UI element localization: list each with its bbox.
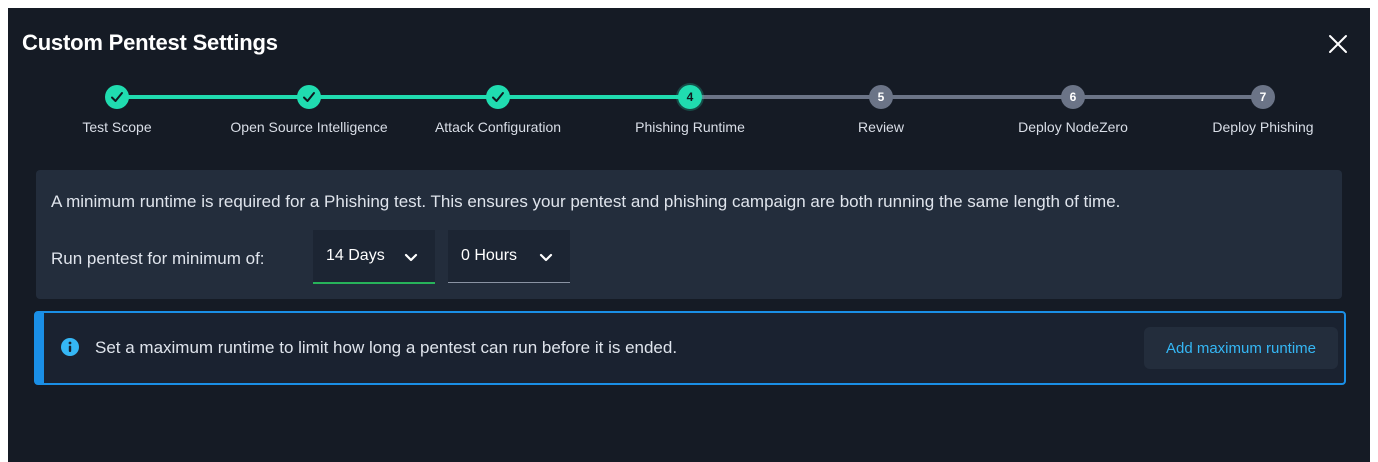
hours-select[interactable]: 0 Hours bbox=[448, 230, 570, 283]
step-label-phishing-runtime[interactable]: Phishing Runtime bbox=[590, 119, 790, 135]
chevron-down-icon bbox=[539, 253, 553, 262]
days-select-value: 14 Days bbox=[326, 247, 385, 264]
custom-pentest-settings-modal: Custom Pentest Settings 4 5 6 7 Test Sco… bbox=[8, 8, 1370, 462]
step-4-indicator: 4 bbox=[678, 85, 702, 109]
days-select[interactable]: 14 Days bbox=[313, 230, 435, 284]
minimum-runtime-card: A minimum runtime is required for a Phis… bbox=[36, 170, 1342, 299]
step-2-indicator bbox=[297, 85, 321, 109]
add-maximum-runtime-button[interactable]: Add maximum runtime bbox=[1144, 327, 1338, 369]
step-6-indicator: 6 bbox=[1061, 85, 1085, 109]
step-7-indicator: 7 bbox=[1251, 85, 1275, 109]
step-label-deploy-phishing: Deploy Phishing bbox=[1212, 119, 1314, 135]
info-icon bbox=[61, 338, 79, 356]
check-icon bbox=[492, 92, 504, 102]
check-icon bbox=[111, 92, 123, 102]
step-line-completed bbox=[117, 95, 689, 99]
maximum-runtime-alert: Set a maximum runtime to limit how long … bbox=[34, 311, 1346, 385]
step-label-deploy-nodezero: Deploy NodeZero bbox=[1018, 119, 1128, 135]
minimum-runtime-description: A minimum runtime is required for a Phis… bbox=[51, 192, 1121, 211]
step-label-osint[interactable]: Open Source Intelligence bbox=[209, 119, 409, 135]
step-label-review: Review bbox=[858, 119, 904, 135]
step-1-indicator bbox=[105, 85, 129, 109]
maximum-runtime-text: Set a maximum runtime to limit how long … bbox=[95, 338, 678, 357]
step-label-test-scope[interactable]: Test Scope bbox=[17, 119, 217, 135]
chevron-down-icon bbox=[404, 253, 418, 262]
hours-select-value: 0 Hours bbox=[461, 247, 518, 264]
step-line-pending bbox=[689, 95, 1263, 99]
run-minimum-label: Run pentest for minimum of: bbox=[51, 249, 265, 268]
step-progress: 4 5 6 7 Test Scope Open Source Intellige… bbox=[8, 8, 1370, 148]
check-icon bbox=[303, 92, 315, 102]
step-5-indicator: 5 bbox=[869, 85, 893, 109]
step-label-attack-configuration[interactable]: Attack Configuration bbox=[398, 119, 598, 135]
step-3-indicator bbox=[486, 85, 510, 109]
